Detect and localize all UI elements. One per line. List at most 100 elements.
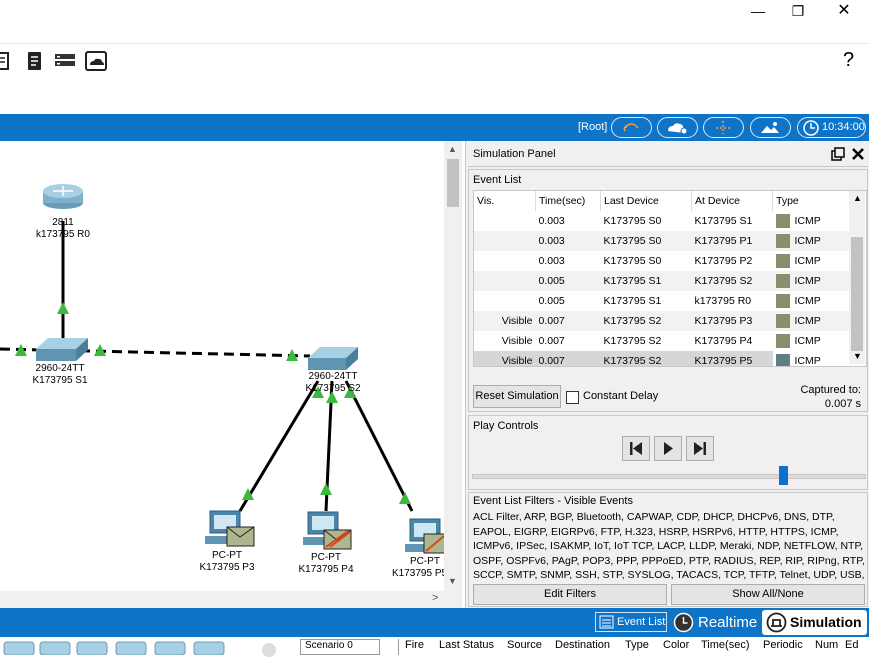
scenario-select[interactable]: Scenario 0 — [300, 639, 380, 655]
col-source[interactable]: Source — [507, 639, 555, 651]
title-bar: — ❐ ✕ — [0, 0, 869, 24]
realtime-mode-button[interactable]: Realtime — [670, 610, 760, 635]
device-s2-label: 2960-24TT K173795 S2 — [305, 371, 361, 394]
background-image-button[interactable] — [750, 117, 791, 138]
document-icon[interactable] — [24, 51, 46, 71]
col-vis[interactable]: Vis. — [474, 191, 536, 211]
captured-to-label: Captured to: — [800, 384, 861, 396]
restore-button[interactable]: ❐ — [778, 0, 818, 24]
link-s2-p3[interactable] — [238, 380, 320, 512]
move-arrows-icon — [716, 121, 730, 134]
pc-p5-icon[interactable] — [405, 518, 444, 554]
col-type[interactable]: Type — [625, 639, 663, 651]
event-list-scroll-thumb[interactable] — [851, 237, 863, 351]
scroll-right-icon[interactable]: > — [432, 592, 438, 604]
col-type[interactable]: Type — [773, 191, 850, 211]
event-list-group: Event List Vis. Time(sec) Last Device At… — [468, 169, 868, 412]
step-back-icon — [630, 442, 642, 455]
table-row[interactable]: 0.005 K173795 S1 k173795 R0 ICMP — [474, 291, 849, 311]
stopwatch-runner-icon — [766, 612, 787, 633]
scroll-up-icon[interactable]: ▲ — [853, 193, 862, 203]
table-row[interactable]: 0.003 K173795 S0 K173795 P2 ICMP — [474, 251, 849, 271]
minimize-button[interactable]: — — [738, 0, 778, 24]
root-label[interactable]: [Root] — [578, 121, 607, 133]
switch-s1-icon[interactable] — [36, 338, 88, 361]
workspace-horizontal-scrollbar[interactable]: > — [0, 591, 462, 608]
event-color-swatch — [775, 234, 790, 248]
edit-filters-button[interactable]: Edit Filters — [473, 584, 667, 605]
col-periodic[interactable]: Periodic — [763, 639, 815, 651]
event-list-table[interactable]: Vis. Time(sec) Last Device At Device Typ… — [473, 190, 867, 367]
simulation-panel-title: Simulation Panel — [473, 148, 556, 160]
event-color-swatch — [775, 254, 790, 268]
reset-simulation-button[interactable]: Reset Simulation — [473, 385, 561, 408]
server-rack-icon[interactable] — [54, 51, 76, 71]
title-divider — [468, 166, 868, 167]
stopwatch-icon — [673, 612, 694, 633]
event-list-label: Event List — [473, 174, 522, 186]
pc-p4-icon[interactable] — [303, 511, 352, 550]
router-r0-icon[interactable] — [43, 184, 83, 209]
workspace-vertical-scrollbar[interactable]: ▲ ▼ — [444, 141, 462, 591]
device-palette-icons[interactable] — [0, 640, 240, 655]
device-p5-label: PC-PT K173795 P5 — [392, 556, 444, 579]
play-speed-slider-thumb[interactable] — [779, 466, 788, 485]
col-last-device[interactable]: Last Device — [600, 191, 692, 211]
move-view-button[interactable] — [703, 117, 744, 138]
clock-time: 10:34:00 — [822, 121, 865, 133]
table-row[interactable]: Visible 0.007 K173795 S2 K173795 P4 ICMP — [474, 331, 849, 351]
help-button[interactable]: ? — [843, 49, 854, 72]
event-color-swatch — [775, 274, 790, 288]
col-time[interactable]: Time(sec) — [535, 191, 601, 211]
undock-icon[interactable] — [831, 147, 845, 161]
col-fire[interactable]: Fire — [399, 639, 439, 651]
table-row[interactable]: 0.003 K173795 S0 K173795 P1 ICMP — [474, 231, 849, 251]
table-row[interactable]: 0.005 K173795 S1 K173795 S2 ICMP — [474, 271, 849, 291]
mountain-image-icon — [761, 122, 779, 133]
play-controls-label: Play Controls — [473, 420, 539, 432]
event-color-swatch — [775, 294, 790, 308]
cloud-view-button[interactable] — [657, 117, 698, 138]
play-speed-slider-track[interactable] — [472, 474, 866, 479]
step-forward-button[interactable] — [686, 436, 714, 461]
event-list-scrollbar[interactable]: ▲ ▼ — [849, 191, 865, 364]
logical-workspace[interactable]: 2811 k173795 R0 2960-24TT K173795 S1 2960-… — [0, 141, 444, 591]
col-color[interactable]: Color — [663, 639, 701, 651]
scroll-up-icon[interactable]: ▲ — [448, 144, 457, 154]
constant-delay-checkbox[interactable] — [566, 391, 579, 404]
pc-p3-icon[interactable] — [205, 510, 255, 547]
list-icon[interactable] — [0, 51, 14, 71]
event-filters-group: Event List Filters - Visible Events ACL … — [468, 492, 868, 607]
event-color-swatch — [775, 334, 790, 348]
col-at-device[interactable]: At Device — [691, 191, 773, 211]
table-row[interactable]: Visible 0.007 K173795 S2 K173795 P3 ICMP — [474, 311, 849, 331]
switch-s2-icon[interactable] — [308, 347, 358, 370]
col-time[interactable]: Time(sec) — [701, 639, 763, 651]
event-list-toggle[interactable]: Event List — [595, 612, 667, 632]
table-row-selected[interactable]: Visible 0.007 K173795 S2 K173795 P5 ICMP — [474, 351, 849, 366]
col-num[interactable]: Num — [815, 639, 845, 651]
navigate-back-button[interactable] — [611, 117, 652, 138]
cloud-window-icon[interactable] — [85, 51, 107, 71]
table-row[interactable]: 0.003 K173795 S0 K173795 S1 ICMP — [474, 211, 849, 231]
simulation-mode-button[interactable]: Simulation — [762, 610, 867, 635]
link-s2-p5[interactable] — [344, 380, 414, 512]
scroll-down-icon[interactable]: ▼ — [853, 351, 862, 361]
close-window-button[interactable]: ✕ — [824, 0, 864, 24]
link-status-indicators — [15, 302, 411, 504]
mode-bar: Event List Realtime Simulation — [0, 608, 869, 637]
event-color-swatch — [775, 314, 790, 328]
vertical-scroll-thumb[interactable] — [447, 159, 459, 207]
col-last-status[interactable]: Last Status — [439, 639, 507, 651]
show-all-none-button[interactable]: Show All/None — [671, 584, 865, 605]
close-panel-icon[interactable] — [851, 147, 865, 161]
view-bar: [Root] 10:34:00 — [0, 114, 869, 141]
col-edit[interactable]: Ed — [845, 639, 858, 651]
event-color-swatch — [775, 354, 790, 366]
play-button[interactable] — [654, 436, 682, 461]
play-icon — [664, 442, 673, 455]
toolbar: ? — [0, 43, 869, 80]
scroll-down-icon[interactable]: ▼ — [448, 576, 457, 586]
col-destination[interactable]: Destination — [555, 639, 625, 651]
step-back-button[interactable] — [622, 436, 650, 461]
